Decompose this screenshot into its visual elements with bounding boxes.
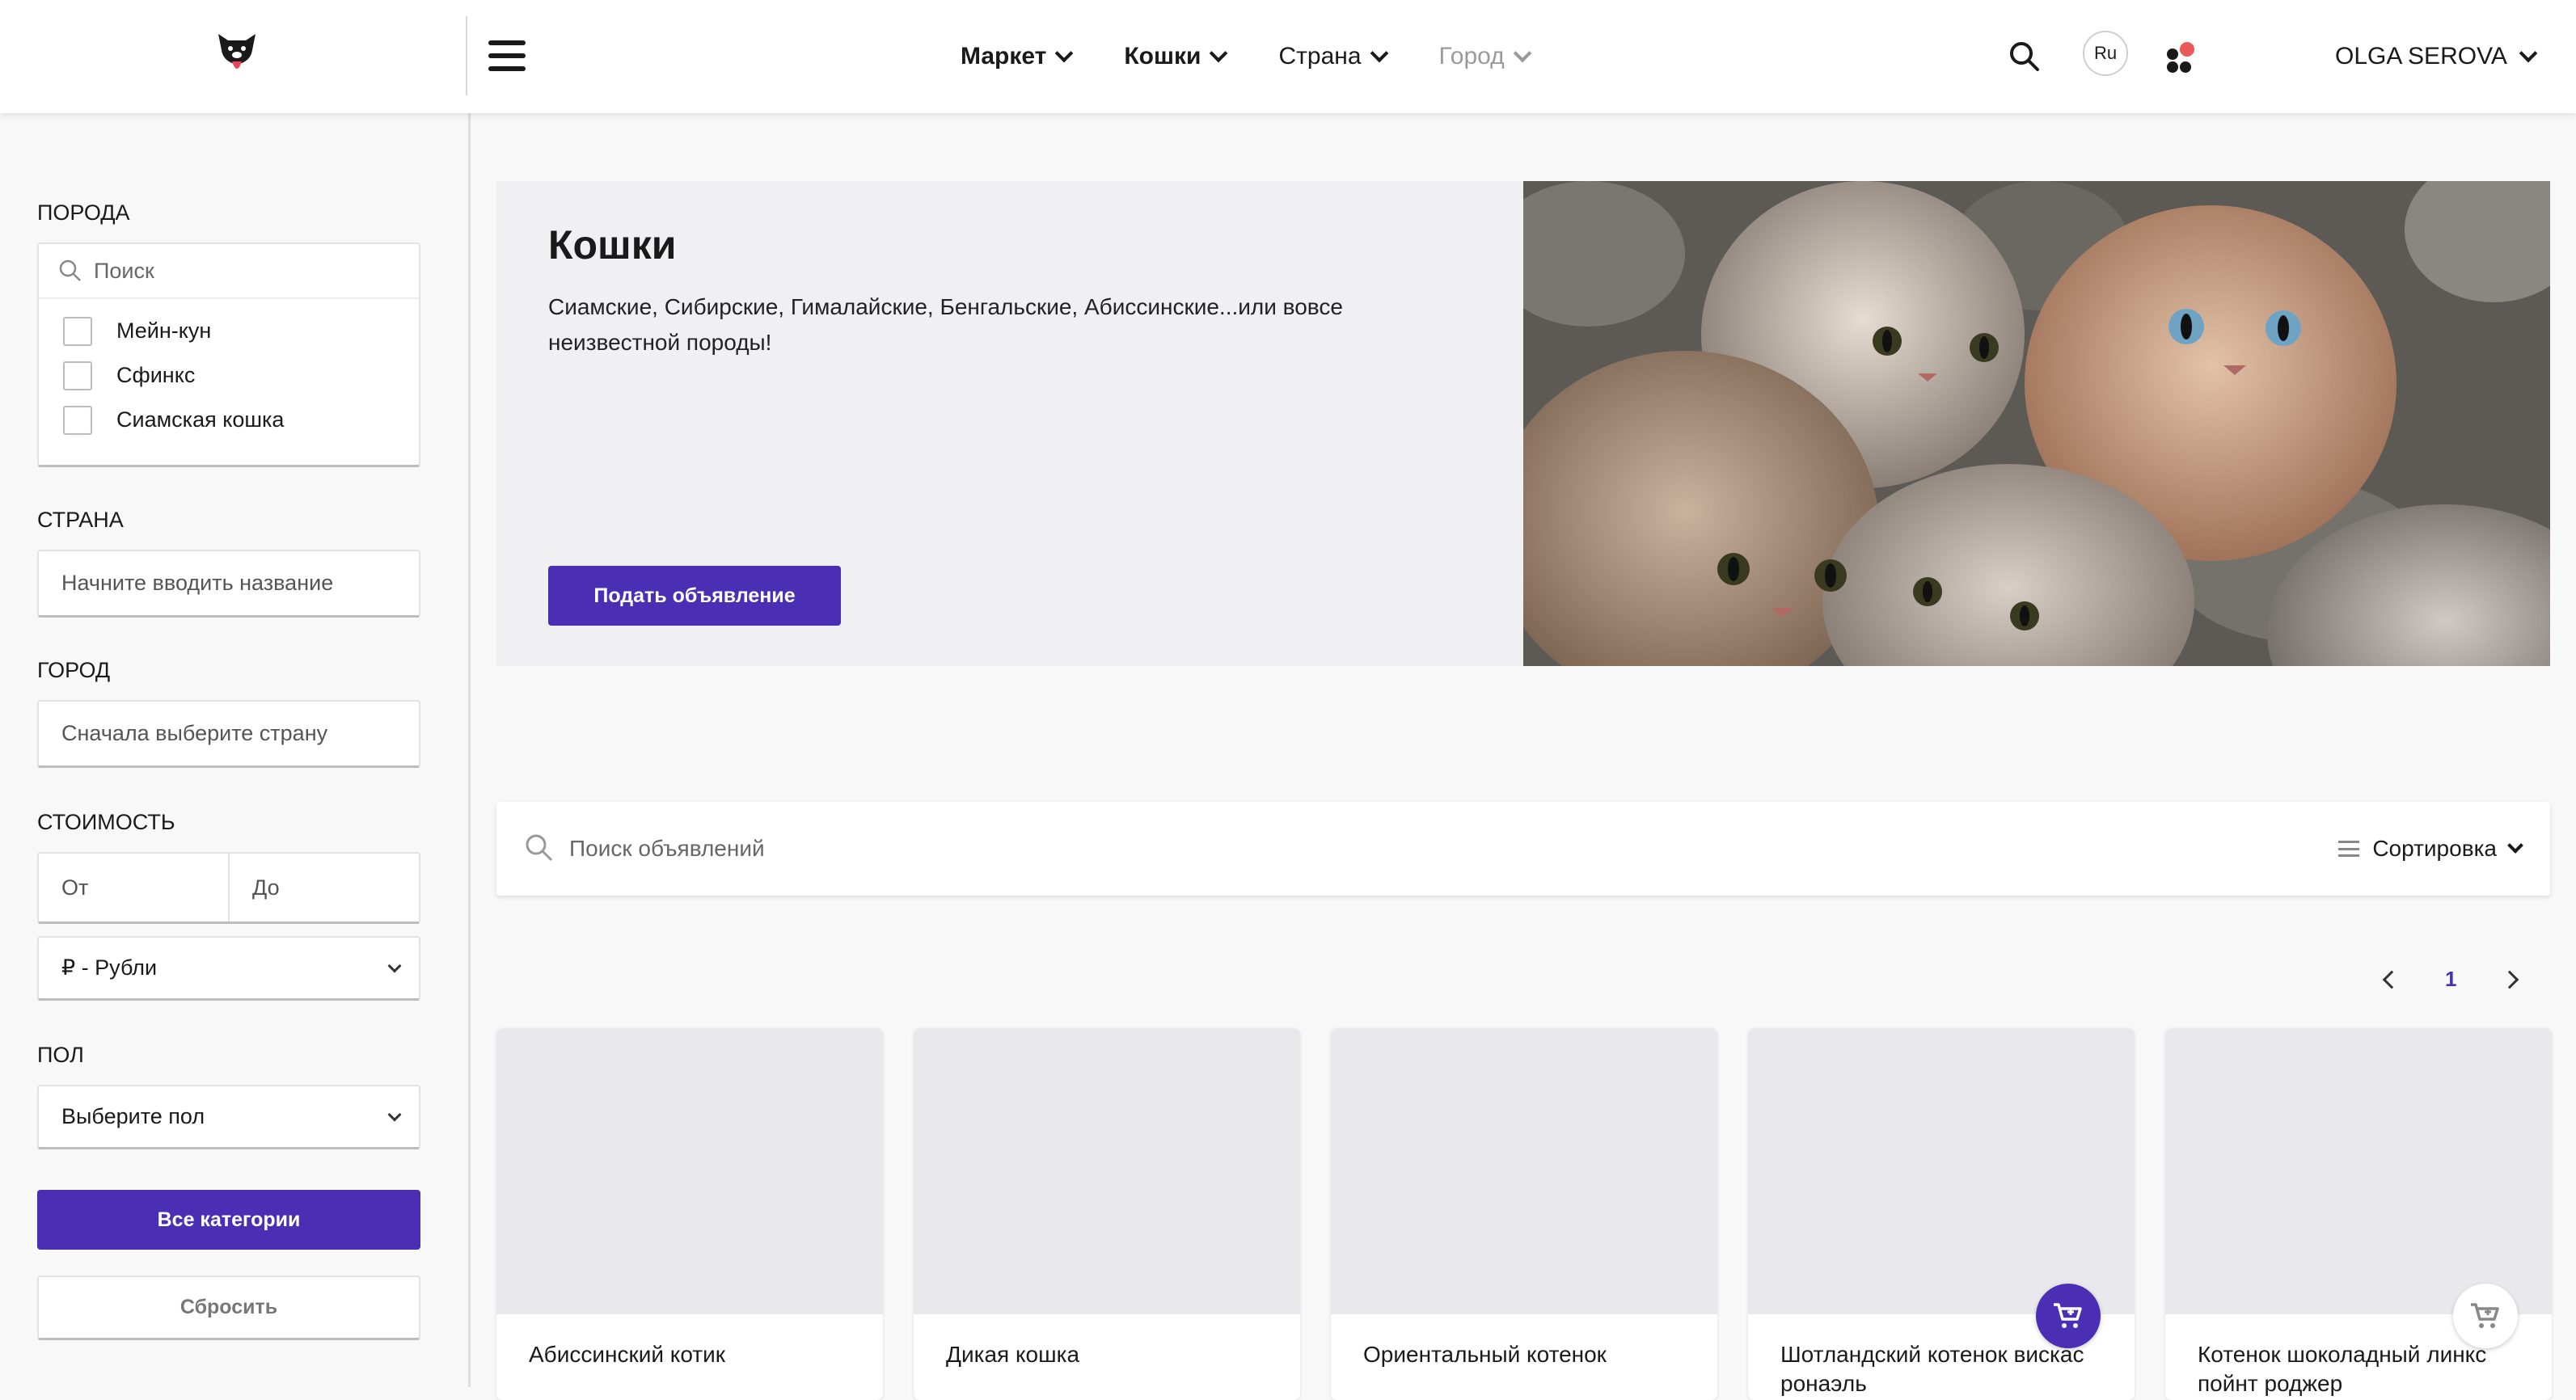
hero-cats-image bbox=[1523, 181, 2550, 666]
card-image bbox=[1748, 1028, 2135, 1314]
listing-card[interactable]: Дикая кошка bbox=[914, 1028, 1300, 1400]
user-name: OLGA SEROVA bbox=[2335, 43, 2507, 70]
prev-page-icon[interactable] bbox=[2382, 970, 2401, 989]
listing-card[interactable]: Абиссинский котик bbox=[496, 1028, 883, 1400]
breed-search-placeholder: Поиск bbox=[94, 258, 154, 283]
price-label: СТОИМОСТЬ bbox=[37, 810, 175, 834]
city-input[interactable]: Сначала выберите страну bbox=[37, 700, 420, 768]
reset-button[interactable]: Сбросить bbox=[37, 1276, 420, 1340]
hero-banner: Кошки Сиамские, Сибирские, Гималайские, … bbox=[496, 181, 2550, 666]
breed-filter: Поиск Мейн-кун Сфинкс Сиамская кошка bbox=[37, 242, 420, 467]
menu-icon[interactable] bbox=[488, 40, 526, 71]
hero-description: Сиамские, Сибирские, Гималайские, Бенгал… bbox=[548, 294, 1343, 355]
language-switch[interactable]: Ru bbox=[2083, 31, 2128, 76]
cart-icon bbox=[2471, 1303, 2499, 1328]
price-to-input[interactable]: До bbox=[230, 854, 419, 921]
card-title: Котенок шоколадный линкс пойнт роджер bbox=[2198, 1342, 2487, 1396]
chevron-down-icon bbox=[1055, 44, 1074, 63]
main-nav: Маркет Кошки Страна Город bbox=[961, 0, 1531, 113]
card-title: Дикая кошка bbox=[946, 1342, 1080, 1367]
price-from-input[interactable]: От bbox=[39, 854, 230, 921]
listing-search-input[interactable]: Поиск объявлений bbox=[569, 802, 765, 896]
filter-sidebar: ПОРОДА Поиск Мейн-кун Сфинкс Сиамская ко… bbox=[0, 113, 471, 1387]
top-bar: Маркет Кошки Страна Город Ru OLGA SEROVA bbox=[0, 0, 2576, 113]
chevron-down-icon bbox=[387, 959, 402, 972]
card-image bbox=[1331, 1028, 1717, 1314]
breed-option-label: Сфинкс bbox=[116, 363, 196, 387]
breed-search-input[interactable]: Поиск bbox=[39, 244, 419, 299]
card-title: Ориентальный котенок bbox=[1363, 1342, 1607, 1367]
pagination: 1 bbox=[2382, 967, 2519, 992]
nav-market-label: Маркет bbox=[961, 43, 1047, 70]
currency-value: ₽ - Рубли bbox=[61, 955, 158, 980]
country-input[interactable]: Начните вводить название bbox=[37, 550, 420, 618]
search-icon[interactable] bbox=[2008, 40, 2041, 73]
listing-search-bar: Поиск объявлений Сортировка bbox=[496, 802, 2550, 896]
chevron-down-icon bbox=[2519, 44, 2538, 63]
card-image bbox=[2165, 1028, 2552, 1314]
search-icon bbox=[524, 833, 555, 863]
city-label: ГОРОД bbox=[37, 658, 111, 682]
country-label: СТРАНА bbox=[37, 508, 124, 532]
search-icon bbox=[59, 259, 81, 281]
breed-option[interactable]: Сфинкс bbox=[39, 353, 419, 398]
gender-label: ПОЛ bbox=[37, 1043, 84, 1067]
breed-label: ПОРОДА bbox=[37, 200, 130, 225]
sort-icon bbox=[2338, 841, 2360, 857]
apps-icon[interactable] bbox=[2165, 40, 2201, 76]
sort-label: Сортировка bbox=[2372, 836, 2497, 861]
all-categories-button[interactable]: Все категории bbox=[37, 1190, 420, 1250]
price-range: От До bbox=[37, 852, 420, 924]
checkbox[interactable] bbox=[63, 361, 92, 390]
post-ad-button[interactable]: Подать объявление bbox=[548, 566, 841, 626]
hero-title: Кошки bbox=[548, 222, 677, 268]
nav-cats[interactable]: Кошки bbox=[1124, 43, 1228, 70]
breed-option-label: Мейн-кун bbox=[116, 318, 212, 343]
chevron-down-icon bbox=[1210, 44, 1228, 63]
nav-city-label: Город bbox=[1438, 43, 1505, 70]
add-to-cart-button[interactable] bbox=[2036, 1284, 2101, 1348]
listing-card[interactable]: Ориентальный котенок bbox=[1331, 1028, 1717, 1400]
nav-city[interactable]: Город bbox=[1438, 43, 1531, 70]
card-image bbox=[496, 1028, 883, 1314]
gender-select[interactable]: Выберите пол bbox=[37, 1085, 420, 1149]
breed-option-label: Сиамская кошка bbox=[116, 407, 285, 432]
card-title: Шотландский котенок вискас ронаэль bbox=[1780, 1342, 2084, 1396]
next-page-icon[interactable] bbox=[2501, 970, 2519, 989]
chevron-down-icon bbox=[1370, 44, 1388, 63]
chevron-down-icon bbox=[1513, 44, 1531, 63]
nav-country[interactable]: Страна bbox=[1278, 43, 1388, 70]
logo-dog-icon[interactable] bbox=[215, 29, 259, 79]
checkbox[interactable] bbox=[63, 316, 92, 346]
nav-cats-label: Кошки bbox=[1124, 43, 1201, 70]
header-divider bbox=[466, 16, 467, 95]
breed-option[interactable]: Мейн-кун bbox=[39, 309, 419, 353]
nav-market[interactable]: Маркет bbox=[961, 43, 1074, 70]
chevron-down-icon bbox=[2507, 837, 2523, 854]
checkbox[interactable] bbox=[63, 405, 92, 435]
breed-option[interactable]: Сиамская кошка bbox=[39, 398, 419, 442]
add-to-cart-button[interactable] bbox=[2453, 1284, 2518, 1348]
nav-country-label: Страна bbox=[1278, 43, 1362, 70]
sort-dropdown[interactable]: Сортировка bbox=[2338, 802, 2523, 896]
currency-select[interactable]: ₽ - Рубли bbox=[37, 936, 420, 1001]
gender-value: Выберите пол bbox=[61, 1104, 205, 1128]
cart-icon bbox=[2054, 1303, 2082, 1328]
card-image bbox=[914, 1028, 1300, 1314]
page-number[interactable]: 1 bbox=[2445, 967, 2456, 992]
user-menu[interactable]: OLGA SEROVA bbox=[2335, 0, 2538, 113]
card-title: Абиссинский котик bbox=[529, 1342, 726, 1367]
chevron-down-icon bbox=[387, 1107, 402, 1121]
